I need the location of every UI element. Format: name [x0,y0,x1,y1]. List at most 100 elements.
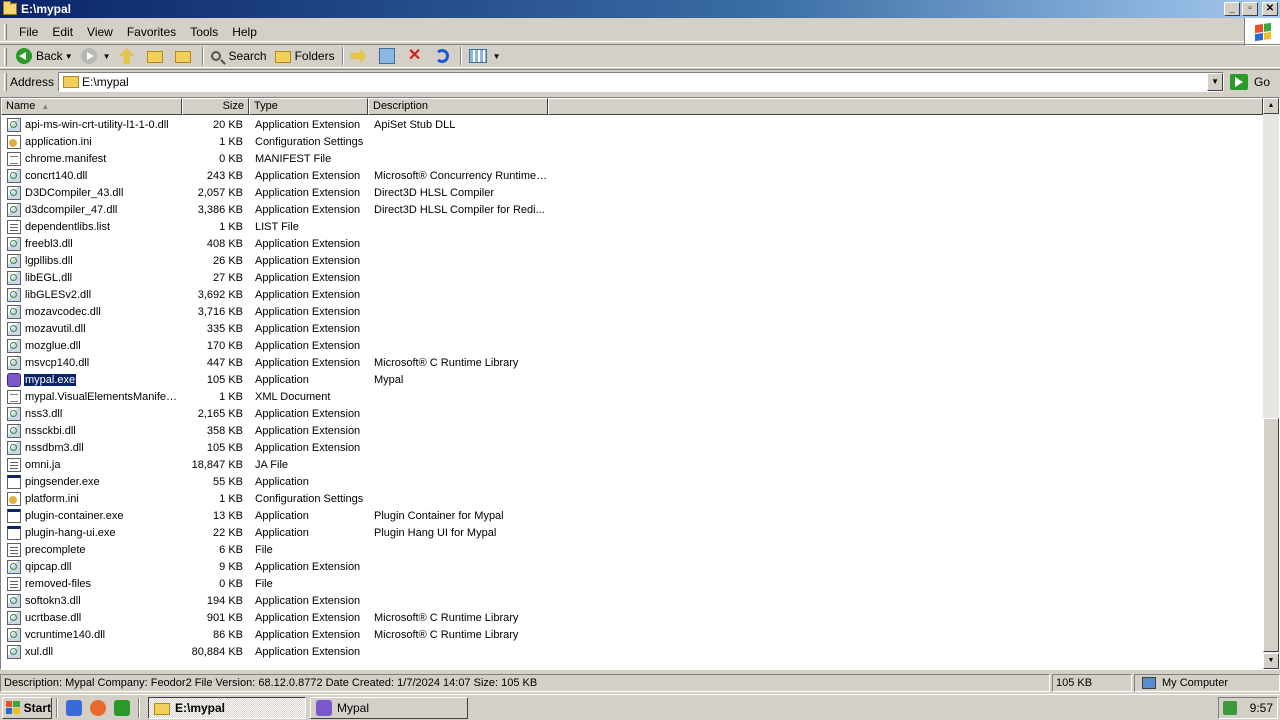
file-name[interactable]: pingsender.exe [24,476,101,488]
file-name[interactable]: mypal.VisualElementsManifest.... [24,391,182,403]
folders-button[interactable]: Folders [271,45,339,67]
file-name-cell[interactable]: libGLESv2.dll [1,287,182,302]
file-row[interactable]: nssdbm3.dll 105 KB Application Extension [1,439,1263,456]
menu-edit[interactable]: Edit [45,25,80,39]
file-row[interactable]: softokn3.dll 194 KB Application Extension [1,592,1263,609]
file-row[interactable]: platform.ini 1 KB Configuration Settings [1,490,1263,507]
file-name[interactable]: msvcp140.dll [24,357,90,369]
file-name[interactable]: freebl3.dll [24,238,74,250]
file-list-view[interactable]: Name ▲ Size Type Description api-ms-win-c… [0,97,1280,670]
file-name[interactable]: removed-files [24,578,92,590]
file-name-cell[interactable]: nssckbi.dll [1,423,182,438]
file-row[interactable]: precomplete 6 KB File [1,541,1263,558]
file-name-cell[interactable]: msvcp140.dll [1,355,182,370]
column-header-size[interactable]: Size [182,98,249,115]
chevron-down-icon[interactable]: ▼ [103,52,111,61]
file-name-cell[interactable]: softokn3.dll [1,593,182,608]
file-name[interactable]: libGLESv2.dll [24,289,92,301]
file-name[interactable]: concrt140.dll [24,170,88,182]
file-name[interactable]: omni.ja [24,459,61,471]
file-name[interactable]: lgpllibs.dll [24,255,74,267]
undo-button[interactable] [431,45,457,67]
scroll-up-button[interactable]: ▲ [1263,98,1279,114]
menu-tools[interactable]: Tools [183,25,225,39]
file-name[interactable]: plugin-hang-ui.exe [24,527,117,539]
file-name-cell[interactable]: vcruntime140.dll [1,627,182,642]
file-row[interactable]: mozavutil.dll 335 KB Application Extension [1,320,1263,337]
file-row[interactable]: d3dcompiler_47.dll 3,386 KB Application Ex… [1,201,1263,218]
file-name-cell[interactable]: chrome.manifest [1,151,182,166]
file-row[interactable]: libEGL.dll 27 KB Application Extension [1,269,1263,286]
restore-button[interactable]: ▫ [1242,2,1258,16]
toolbar-grip[interactable] [4,73,7,91]
file-name-cell[interactable]: mozavutil.dll [1,321,182,336]
file-name-cell[interactable]: mozavcodec.dll [1,304,182,319]
file-row[interactable]: vcruntime140.dll 86 KB Application Extensi… [1,626,1263,643]
views-button[interactable]: ▼ [465,45,505,67]
file-row[interactable]: lgpllibs.dll 26 KB Application Extension [1,252,1263,269]
file-name[interactable]: dependentlibs.list [24,221,111,233]
file-name[interactable]: plugin-container.exe [24,510,124,522]
file-name-cell[interactable]: api-ms-win-crt-utility-l1-1-0.dll [1,117,182,132]
file-name-cell[interactable]: nssdbm3.dll [1,440,182,455]
file-name-cell[interactable]: D3DCompiler_43.dll [1,185,182,200]
task-explorer-window[interactable]: E:\mypal [148,696,306,719]
file-name-cell[interactable]: application.ini [1,134,182,149]
file-name-cell[interactable]: removed-files [1,576,182,591]
toolbar-grip[interactable] [4,48,7,66]
file-name[interactable]: softokn3.dll [24,595,82,607]
file-name[interactable]: vcruntime140.dll [24,629,106,641]
menu-file[interactable]: File [12,25,45,39]
file-name-cell[interactable]: lgpllibs.dll [1,253,182,268]
internet-explorer-icon[interactable] [66,699,82,716]
search-button[interactable]: Search [207,45,271,67]
history-button[interactable] [171,45,199,67]
file-name-cell[interactable]: nss3.dll [1,406,182,421]
file-name[interactable]: xul.dll [24,646,54,658]
file-name-cell[interactable]: qipcap.dll [1,559,182,574]
file-row[interactable]: D3DCompiler_43.dll 2,057 KB Application Ex… [1,184,1263,201]
file-name-cell[interactable]: mypal.VisualElementsManifest.... [1,389,182,404]
show-desktop-icon[interactable] [114,699,130,716]
file-name-cell[interactable]: precomplete [1,542,182,557]
file-row[interactable]: plugin-hang-ui.exe 22 KB Application Plugin… [1,524,1263,541]
file-row[interactable]: dependentlibs.list 1 KB LIST File [1,218,1263,235]
file-name[interactable]: precomplete [24,544,87,556]
file-name-cell[interactable]: d3dcompiler_47.dll [1,202,182,217]
start-button[interactable]: Start [2,696,52,719]
clock[interactable]: 9:57 [1250,701,1273,715]
file-name-cell[interactable]: plugin-container.exe [1,508,182,523]
file-name[interactable]: application.ini [24,136,93,148]
up-button[interactable] [115,45,143,67]
file-name-cell[interactable]: omni.ja [1,457,182,472]
go-button[interactable]: Go [1230,73,1270,90]
file-row[interactable]: nssckbi.dll 358 KB Application Extension [1,422,1263,439]
file-name[interactable]: D3DCompiler_43.dll [24,187,124,199]
file-row[interactable]: api-ms-win-crt-utility-l1-1-0.dll 20 KB Ap… [1,116,1263,133]
file-row[interactable]: ucrtbase.dll 901 KB Application Extension M… [1,609,1263,626]
file-name-cell[interactable]: plugin-hang-ui.exe [1,525,182,540]
vertical-scrollbar[interactable]: ▲ ▼ [1263,98,1279,669]
toolbar-grip[interactable] [4,24,7,40]
file-name-cell[interactable]: concrt140.dll [1,168,182,183]
file-row[interactable]: mypal.VisualElementsManifest.... 1 KB XML … [1,388,1263,405]
file-name[interactable]: d3dcompiler_47.dll [24,204,118,216]
file-row[interactable]: mypal.exe 105 KB Application Mypal [1,371,1263,388]
file-row[interactable]: application.ini 1 KB Configuration Setting… [1,133,1263,150]
file-name[interactable]: libEGL.dll [24,272,73,284]
file-row[interactable]: mozavcodec.dll 3,716 KB Application Extens… [1,303,1263,320]
close-button[interactable]: ✕ [1262,2,1278,16]
file-name[interactable]: chrome.manifest [24,153,107,165]
file-name[interactable]: platform.ini [24,493,80,505]
address-input[interactable]: E:\mypal ▼ [58,71,1225,92]
file-name[interactable]: nssdbm3.dll [24,442,85,454]
file-name-cell[interactable]: libEGL.dll [1,270,182,285]
file-row[interactable]: mozglue.dll 170 KB Application Extension [1,337,1263,354]
file-row[interactable]: msvcp140.dll 447 KB Application Extension M… [1,354,1263,371]
file-row[interactable]: chrome.manifest 0 KB MANIFEST File [1,150,1263,167]
file-row[interactable]: concrt140.dll 243 KB Application Extension… [1,167,1263,184]
menu-help[interactable]: Help [225,25,264,39]
file-name[interactable]: mypal.exe [22,372,78,387]
move-to-button[interactable] [347,45,375,67]
chevron-down-icon[interactable]: ▼ [65,52,73,61]
